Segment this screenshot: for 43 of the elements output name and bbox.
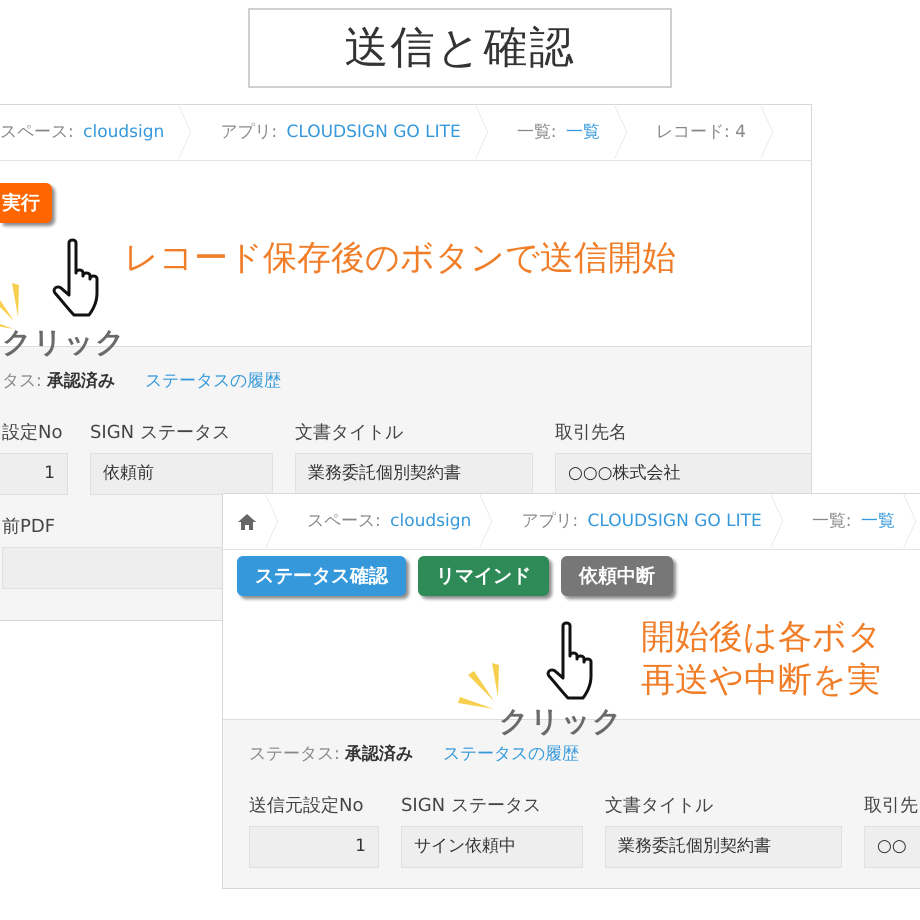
field-label: 文書タイトル <box>295 420 404 444</box>
field-value: 依頼前 <box>90 452 273 494</box>
breadcrumb[interactable]: アプリ: CLOUDSIGN GO LITE <box>220 120 461 146</box>
action-button[interactable]: リマインド <box>418 556 549 596</box>
click-caption: クリック <box>499 703 623 740</box>
action-button[interactable]: ステータス確認 <box>237 556 406 596</box>
status-text: タス: 承認済み <box>2 370 116 393</box>
field-label: 設定No <box>2 420 64 444</box>
field-value: 業務委託個別契約書 <box>605 826 842 868</box>
field-value: ○○○株式会社 <box>555 452 811 494</box>
history-link[interactable]: ステータスの履歴 <box>145 369 282 394</box>
field-value: ○○ <box>864 826 920 868</box>
breadcrumb-link[interactable]: cloudsign <box>390 510 472 531</box>
action-button[interactable]: 実行 <box>0 183 52 223</box>
field-value: 1 <box>249 826 379 868</box>
annotation-text: レコード保存後のボタンで送信開始 <box>124 237 676 280</box>
field-label: SIGN ステータス <box>90 420 231 444</box>
field-value: サイン依頼中 <box>401 826 583 868</box>
field-label: 前PDF <box>2 514 56 538</box>
status-text: ステータス: 承認済み <box>249 743 414 766</box>
breadcrumb-link[interactable]: CLOUDSIGN GO LITE <box>587 510 762 531</box>
breadcrumb[interactable]: 一覧: 一覧 <box>812 508 895 534</box>
breadcrumb[interactable]: スペース: cloudsign <box>0 120 164 146</box>
field-label: 文書タイトル <box>605 794 714 818</box>
breadcrumb[interactable]: スペース: cloudsign <box>307 508 472 534</box>
field-label: 取引先 <box>864 794 919 818</box>
action-button[interactable]: 依頼中断 <box>561 556 673 596</box>
breadcrumb: レコード: 4 <box>656 120 746 144</box>
breadcrumb-link[interactable]: 一覧 <box>860 510 895 531</box>
breadcrumb[interactable]: アプリ: CLOUDSIGN GO LITE <box>521 508 762 534</box>
breadcrumb-link[interactable]: cloudsign <box>83 122 164 142</box>
history-link[interactable]: ステータスの履歴 <box>443 742 580 768</box>
annotation-text: 開始後は各ボタ 再送や中断を実 <box>641 616 882 701</box>
field-value: 1 <box>0 452 68 494</box>
field-label: 取引先名 <box>555 420 628 444</box>
field-label: SIGN ステータス <box>401 794 542 818</box>
field-label: 送信元設定No <box>249 794 364 818</box>
page-title: 送信と確認 <box>248 8 672 88</box>
breadcrumb-link[interactable]: 一覧 <box>566 122 600 142</box>
breadcrumb[interactable]: 一覧: 一覧 <box>516 120 600 146</box>
field-value: 業務委託個別契約書 <box>295 452 533 494</box>
breadcrumb-link[interactable]: CLOUDSIGN GO LITE <box>286 122 461 142</box>
click-caption: クリック <box>2 324 126 361</box>
